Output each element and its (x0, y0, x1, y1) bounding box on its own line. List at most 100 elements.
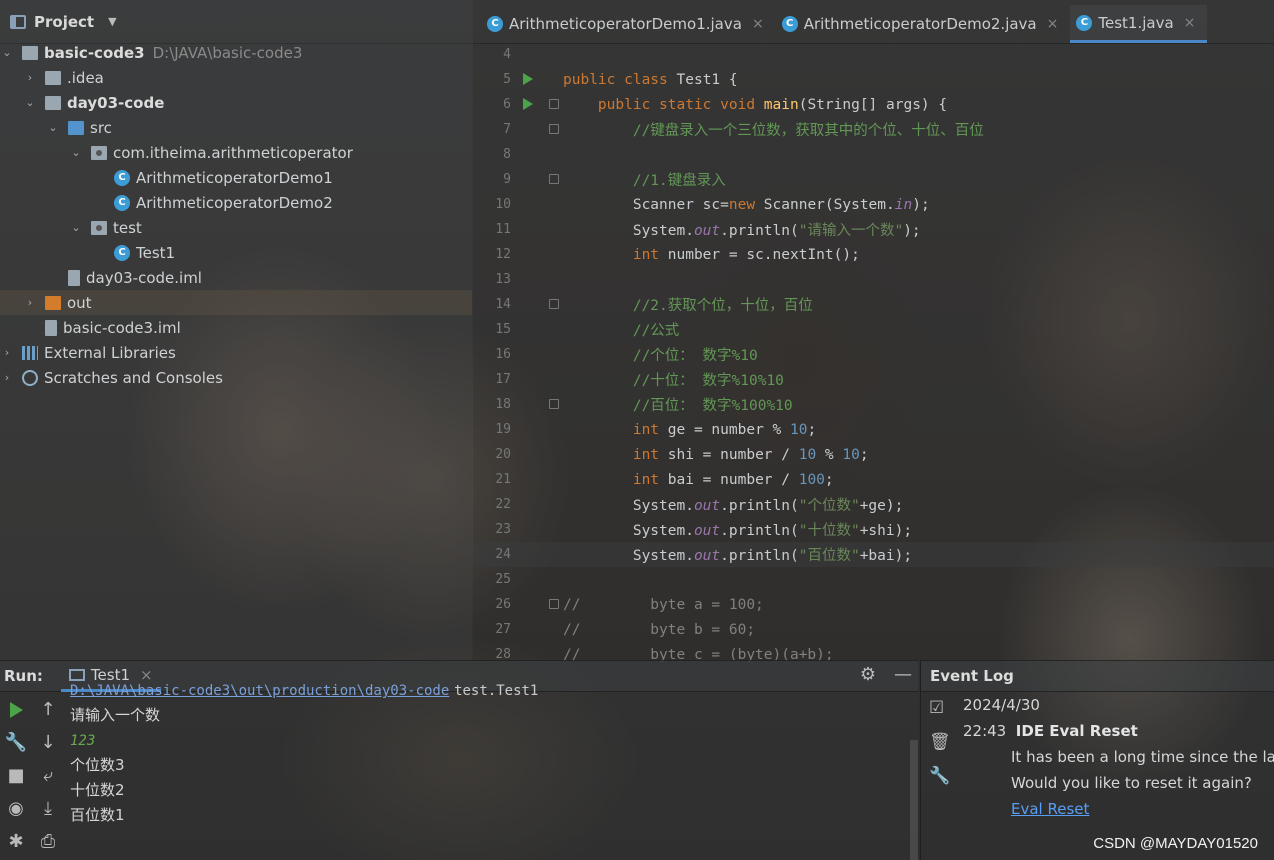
code-line[interactable]: 19 int ge = number % 10; (473, 417, 1274, 442)
fold-icon[interactable] (549, 174, 559, 184)
chevron-right-icon[interactable]: › (0, 346, 14, 359)
chevron-right-icon[interactable]: › (23, 296, 37, 309)
tree-item[interactable]: › out (0, 290, 472, 315)
play-icon (9, 702, 23, 718)
tree-item[interactable]: › External Libraries (0, 340, 472, 365)
settings-icon[interactable]: ✱ (8, 830, 23, 854)
chevron-down-icon[interactable]: ▼ (108, 15, 116, 28)
fold-icon[interactable] (549, 399, 559, 409)
code-line[interactable]: 14 //2.获取个位，十位，百位 (473, 292, 1274, 317)
run-gutter-icon[interactable] (523, 98, 533, 110)
fold-icon[interactable] (549, 299, 559, 309)
event-title: IDE Eval Reset (1015, 722, 1138, 740)
line-number: 23 (495, 522, 511, 537)
code-line[interactable]: 6 public static void main(String[] args)… (473, 92, 1274, 117)
tree-item[interactable]: C ArithmeticoperatorDemo1 (0, 165, 472, 190)
fold-icon[interactable] (549, 599, 559, 609)
chevron-down-icon[interactable]: ⌄ (0, 46, 14, 59)
close-icon[interactable]: × (752, 16, 764, 32)
tree-item[interactable]: ⌄ basic-code3 D:\JAVA\basic-code3 (0, 40, 472, 65)
run-gutter-icon[interactable] (523, 73, 533, 85)
code-line[interactable]: 16 //个位： 数字%10 (473, 342, 1274, 367)
line-number: 6 (503, 97, 511, 112)
project-panel-header[interactable]: Project ▼ (0, 0, 472, 44)
event-link-row: Eval Reset (963, 796, 1274, 822)
code-line[interactable]: 11 System.out.println("请输入一个数"); (473, 217, 1274, 242)
tree-item[interactable]: basic-code3.iml (0, 315, 472, 340)
soft-wrap-icon[interactable]: ⤶ (43, 764, 53, 788)
chevron-down-icon[interactable]: ⌄ (23, 96, 37, 109)
code-line[interactable]: 12 int number = sc.nextInt(); (473, 242, 1274, 267)
run-panel: Run: Test1 × ⚙ — 🔧 ■ ◉ ✱ ↑ ↓ ⤶ ⤓ ⎙ D:\JA… (0, 660, 918, 860)
console-output-line: 个位数3 (70, 753, 908, 778)
scroll-to-end-icon[interactable]: ⤓ (44, 797, 52, 821)
tree-item[interactable]: C ArithmeticoperatorDemo2 (0, 190, 472, 215)
tree-item[interactable]: › .idea (0, 65, 472, 90)
line-number: 17 (495, 372, 511, 387)
chevron-down-icon[interactable]: ⌄ (69, 221, 83, 234)
wrench-icon[interactable]: 🔧 (5, 731, 27, 755)
tree-item[interactable]: ⌄ day03-code (0, 90, 472, 115)
code-line[interactable]: 17 //十位： 数字%10%10 (473, 367, 1274, 392)
tree-item[interactable]: day03-code.iml (0, 265, 472, 290)
tree-item[interactable]: ⌄ src (0, 115, 472, 140)
chevron-down-icon[interactable]: ⌄ (46, 121, 60, 134)
trash-icon[interactable]: 🗑 (929, 732, 951, 752)
chevron-right-icon[interactable]: › (0, 371, 14, 384)
java-class-icon: C (487, 16, 503, 32)
code-line[interactable]: 25 (473, 567, 1274, 592)
gutter (511, 367, 563, 392)
code-line[interactable]: 4 (473, 42, 1274, 67)
code-line[interactable]: 21 int bai = number / 100; (473, 467, 1274, 492)
code-line[interactable]: 24 System.out.println("百位数"+bai); (473, 542, 1274, 567)
tree-item[interactable]: C Test1 (0, 240, 472, 265)
tree-item[interactable]: ⌄ test (0, 215, 472, 240)
console-command-line: D:\JAVA\basic-code3\out\production\day03… (70, 678, 908, 703)
down-arrow-icon[interactable]: ↓ (40, 731, 55, 755)
close-icon[interactable]: × (1047, 16, 1059, 32)
fold-icon[interactable] (549, 99, 559, 109)
rerun-button[interactable] (9, 698, 23, 722)
mark-read-icon[interactable]: ☑ (929, 698, 951, 718)
editor-tab[interactable]: C Test1.java × (1070, 5, 1208, 43)
editor-tab[interactable]: C ArithmeticoperatorDemo2.java × (776, 5, 1071, 43)
run-toolbar-right: ↑ ↓ ⤶ ⤓ ⎙ (32, 692, 64, 854)
tree-item-label: day03-code (67, 93, 165, 112)
console-scrollbar[interactable] (910, 740, 918, 860)
code-area[interactable]: 4 5 public class Test1 {6 public static vo… (473, 42, 1274, 667)
code-line[interactable]: 23 System.out.println("十位数"+shi); (473, 517, 1274, 542)
code-line[interactable]: 10 Scanner sc=new Scanner(System.in); (473, 192, 1274, 217)
code-line[interactable]: 20 int shi = number / 10 % 10; (473, 442, 1274, 467)
camera-icon[interactable]: ◉ (8, 797, 24, 821)
code-line[interactable]: 26 // byte a = 100; (473, 592, 1274, 617)
code-line[interactable]: 18 //百位： 数字%100%10 (473, 392, 1274, 417)
gutter (511, 92, 563, 117)
command-path-link[interactable]: D:\JAVA\basic-code3\out\production\day03… (70, 683, 449, 699)
chevron-down-icon[interactable]: ⌄ (69, 146, 83, 159)
stop-icon[interactable]: ■ (7, 764, 24, 788)
code-line[interactable]: 15 //公式 (473, 317, 1274, 342)
gutter (511, 167, 563, 192)
tree-item[interactable]: › Scratches and Consoles (0, 365, 472, 390)
console-output-line: 十位数2 (70, 778, 908, 803)
chevron-right-icon[interactable]: › (23, 71, 37, 84)
close-icon[interactable]: × (1184, 15, 1196, 31)
print-icon[interactable]: ⎙ (41, 830, 55, 854)
code-line[interactable]: 9 //1.键盘录入 (473, 167, 1274, 192)
up-arrow-icon[interactable]: ↑ (40, 698, 55, 722)
code-line[interactable]: 7 //键盘录入一个三位数，获取其中的个位、十位、百位 (473, 117, 1274, 142)
tree-item[interactable]: ⌄ com.itheima.arithmeticoperator (0, 140, 472, 165)
code-line[interactable]: 22 System.out.println("个位数"+ge); (473, 492, 1274, 517)
wrench-icon[interactable]: 🔧 (929, 766, 951, 786)
code-line[interactable]: 8 (473, 142, 1274, 167)
code-line[interactable]: 13 (473, 267, 1274, 292)
code-line[interactable]: 5 public class Test1 { (473, 67, 1274, 92)
fold-icon[interactable] (549, 124, 559, 134)
event-time: 22:43 (963, 722, 1007, 740)
eval-reset-link[interactable]: Eval Reset (1011, 800, 1089, 818)
code-line[interactable]: 27 // byte b = 60; (473, 617, 1274, 642)
line-number: 24 (495, 547, 511, 562)
console-output[interactable]: D:\JAVA\basic-code3\out\production\day03… (70, 683, 908, 828)
editor-tab[interactable]: C ArithmeticoperatorDemo1.java × (481, 5, 776, 43)
tree-item-label: .idea (67, 68, 104, 87)
